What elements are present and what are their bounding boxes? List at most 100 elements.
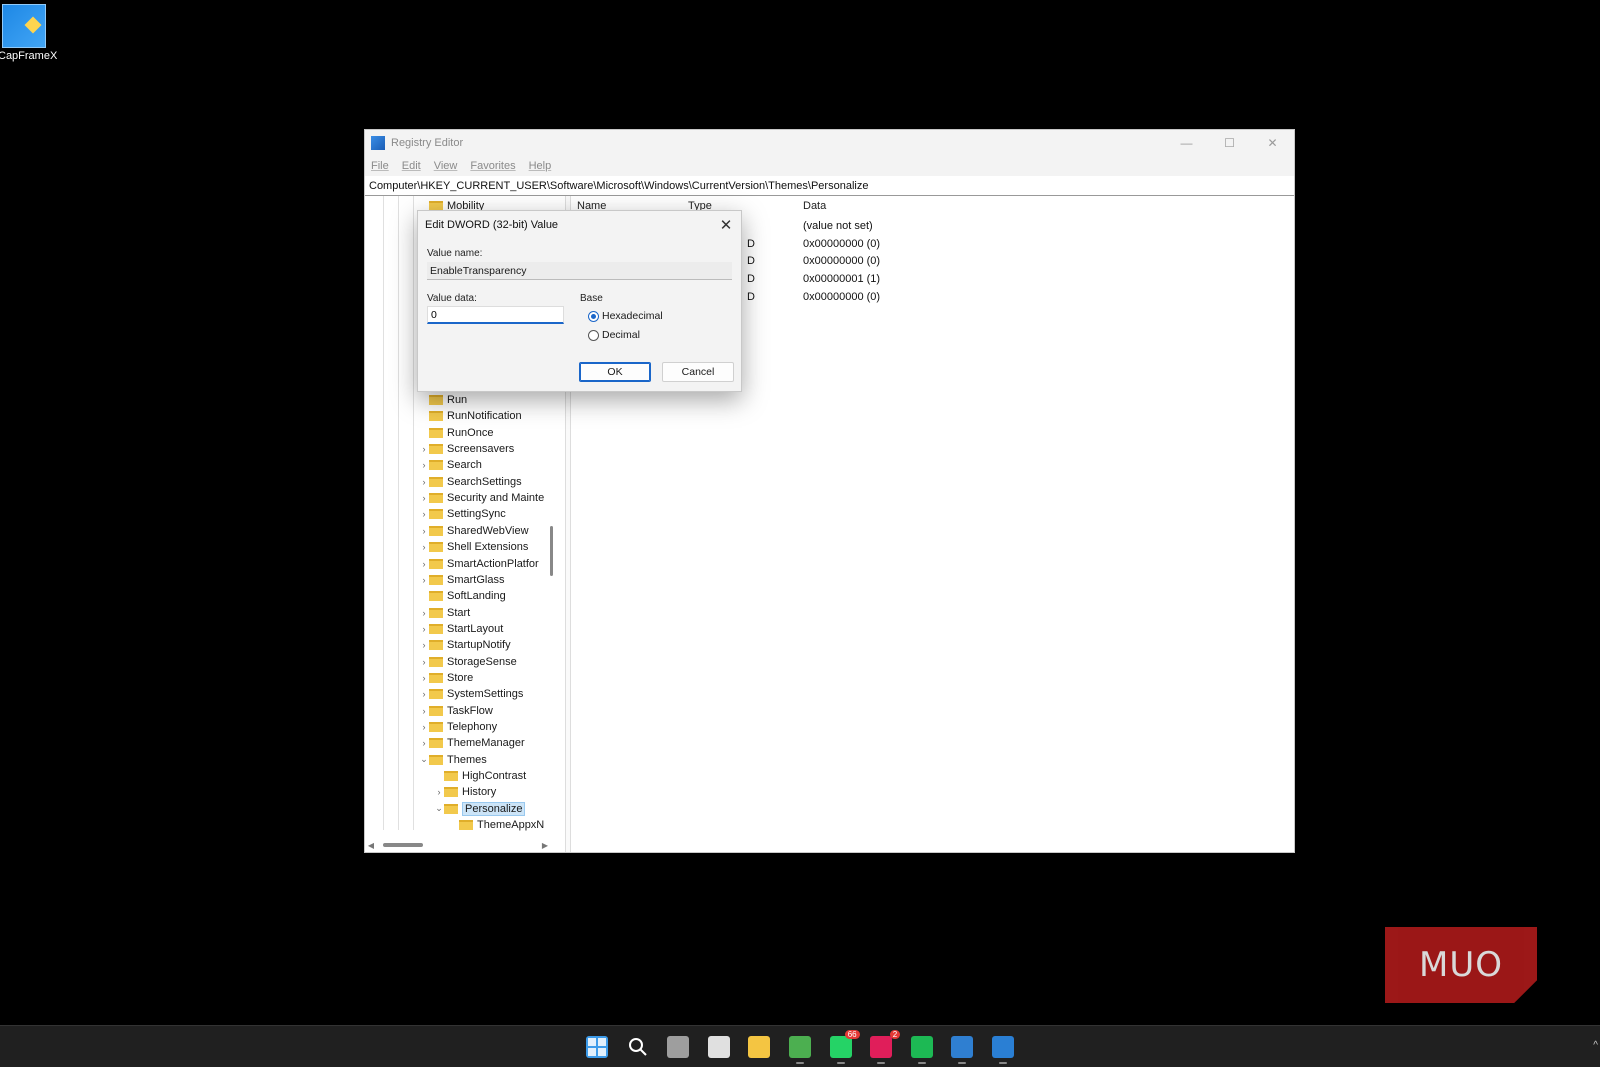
cancel-button[interactable]: Cancel xyxy=(662,362,734,382)
tree-item-runnotification[interactable]: RunNotification xyxy=(419,408,522,424)
value-data-cell[interactable]: 0x00000000 (0) xyxy=(803,291,880,308)
menu-view[interactable]: View xyxy=(434,160,458,172)
radio-decimal[interactable]: Decimal xyxy=(588,329,640,341)
expand-chevron-icon[interactable]: › xyxy=(419,640,429,650)
value-type-cell[interactable]: D xyxy=(747,238,755,255)
expand-chevron-icon[interactable]: › xyxy=(419,738,429,748)
scroll-right-icon[interactable]: ▶ xyxy=(539,841,551,850)
value-type-cell[interactable]: D xyxy=(747,273,755,290)
radio-dot-selected[interactable] xyxy=(588,310,599,322)
tree-item-label: RunNotification xyxy=(447,410,522,423)
value-type-cell[interactable]: D xyxy=(747,291,755,308)
tree-item-settingsync[interactable]: › SettingSync xyxy=(419,506,506,522)
store-icon[interactable] xyxy=(707,1036,730,1058)
expand-chevron-icon[interactable]: › xyxy=(419,608,429,618)
tree-item-storagesense[interactable]: › StorageSense xyxy=(419,654,517,670)
tree-item-softlanding[interactable]: SoftLanding xyxy=(419,588,506,604)
expand-chevron-icon[interactable]: › xyxy=(434,787,444,797)
tree-item-search[interactable]: › Search xyxy=(419,457,482,473)
tree-item-taskflow[interactable]: › TaskFlow xyxy=(419,703,493,719)
tree-item-screensavers[interactable]: › Screensavers xyxy=(419,441,515,457)
desktop-icon-capframex[interactable]: CapFrameX xyxy=(0,4,57,62)
chrome-icon[interactable] xyxy=(789,1036,811,1064)
value-data-cell[interactable]: 0x00000000 (0) xyxy=(803,255,880,272)
search-icon[interactable] xyxy=(626,1036,649,1058)
tree-item-searchsettings[interactable]: › SearchSettings xyxy=(419,474,522,490)
address-bar[interactable]: Computer\HKEY_CURRENT_USER\Software\Micr… xyxy=(365,176,1294,196)
expand-chevron-icon[interactable]: › xyxy=(419,559,429,569)
menu-file[interactable]: File xyxy=(371,160,389,172)
title-bar[interactable]: Registry Editor — ☐ ✕ xyxy=(365,130,1294,156)
scroll-thumb[interactable] xyxy=(383,843,423,847)
start-icon[interactable] xyxy=(586,1036,608,1058)
tree-item-runonce[interactable]: RunOnce xyxy=(419,425,493,441)
expand-chevron-icon[interactable]: › xyxy=(419,624,429,634)
tree-item-shell-extensions[interactable]: › Shell Extensions xyxy=(419,539,529,555)
value-data-cell[interactable]: 0x00000000 (0) xyxy=(803,238,880,255)
ok-button[interactable]: OK xyxy=(579,362,651,382)
tree-item-store[interactable]: › Store xyxy=(419,670,474,686)
photos-icon[interactable] xyxy=(951,1036,974,1064)
slack-icon[interactable]: 2 xyxy=(870,1030,901,1064)
whatsapp-icon[interactable]: 66 xyxy=(829,1030,860,1064)
scroll-left-icon[interactable]: ◀ xyxy=(365,841,377,850)
tree-item-telephony[interactable]: › Telephony xyxy=(419,719,498,735)
tree-item-startlayout[interactable]: › StartLayout xyxy=(419,621,504,637)
folder-icon xyxy=(429,722,443,732)
expand-chevron-icon[interactable]: › xyxy=(419,575,429,585)
tree-item-security-and-mainte[interactable]: › Security and Mainte xyxy=(419,490,545,506)
expand-chevron-icon[interactable]: › xyxy=(419,526,429,536)
folder-icon xyxy=(429,623,443,634)
file-explorer-icon[interactable] xyxy=(748,1036,771,1058)
tree-item-highcontrast[interactable]: HighContrast xyxy=(434,768,526,784)
radio-dot[interactable] xyxy=(588,329,599,341)
tree-vertical-scrollbar[interactable] xyxy=(550,526,553,576)
value-type-cell[interactable]: D xyxy=(747,255,755,272)
tree-item-smartactionplatfor[interactable]: › SmartActionPlatfor xyxy=(419,556,539,572)
tree-item-start[interactable]: › Start xyxy=(419,605,471,621)
spotify-icon[interactable] xyxy=(910,1036,933,1064)
expand-chevron-icon[interactable]: › xyxy=(419,657,429,667)
expand-chevron-icon[interactable]: › xyxy=(419,542,429,552)
tree-item-systemsettings[interactable]: › SystemSettings xyxy=(419,686,524,702)
expand-chevron-icon[interactable]: › xyxy=(419,444,429,454)
capframex-icon xyxy=(2,4,46,48)
tree-item-personalize[interactable]: ⌄ Personalize xyxy=(434,801,526,817)
tree-item-themes[interactable]: ⌄ Themes xyxy=(419,752,487,768)
task-view-icon[interactable] xyxy=(667,1036,690,1058)
value-data-cell[interactable]: 0x00000001 (1) xyxy=(803,273,880,290)
tree-item-run[interactable]: Run xyxy=(419,392,467,408)
expand-chevron-icon[interactable]: › xyxy=(419,673,429,683)
expand-chevron-icon[interactable]: › xyxy=(419,722,429,732)
menu-favorites[interactable]: Favorites xyxy=(470,160,515,172)
dialog-close-icon[interactable]: ✕ xyxy=(711,216,741,234)
value-data-cell[interactable]: (value not set) xyxy=(803,220,873,237)
column-data[interactable]: Data xyxy=(803,200,826,212)
maximize-button[interactable]: ☐ xyxy=(1208,130,1251,156)
tree-item-history[interactable]: › History xyxy=(434,784,497,800)
menu-edit[interactable]: Edit xyxy=(402,160,421,172)
close-button[interactable]: ✕ xyxy=(1251,130,1294,156)
expand-chevron-icon[interactable]: › xyxy=(419,689,429,699)
running-indicator xyxy=(836,1062,845,1064)
radio-hexadecimal[interactable]: Hexadecimal xyxy=(588,310,663,322)
minimize-button[interactable]: — xyxy=(1165,130,1208,156)
expand-chevron-icon[interactable]: › xyxy=(419,509,429,519)
expand-chevron-icon[interactable]: › xyxy=(419,706,429,716)
expand-chevron-icon[interactable]: ⌄ xyxy=(419,754,429,765)
dialog-title-bar[interactable]: Edit DWORD (32-bit) Value ✕ xyxy=(418,211,741,239)
tree-horizontal-scrollbar[interactable]: ◀ ▶ xyxy=(365,838,551,852)
registry-editor-icon[interactable] xyxy=(992,1036,1014,1064)
expand-chevron-icon[interactable]: ⌄ xyxy=(434,803,444,814)
tree-item-thememanager[interactable]: › ThemeManager xyxy=(419,735,525,751)
tree-item-sharedwebview[interactable]: › SharedWebView xyxy=(419,523,529,539)
tree-item-themeappxn[interactable]: ThemeAppxN xyxy=(449,817,544,833)
menu-help[interactable]: Help xyxy=(529,160,552,172)
expand-chevron-icon[interactable]: › xyxy=(419,477,429,487)
value-data-input[interactable] xyxy=(427,306,564,324)
chevron-up-icon[interactable]: ^ xyxy=(1593,1040,1598,1051)
expand-chevron-icon[interactable]: › xyxy=(419,460,429,470)
expand-chevron-icon[interactable]: › xyxy=(419,493,429,503)
tree-item-smartglass[interactable]: › SmartGlass xyxy=(419,572,505,588)
tree-item-startupnotify[interactable]: › StartupNotify xyxy=(419,637,511,653)
